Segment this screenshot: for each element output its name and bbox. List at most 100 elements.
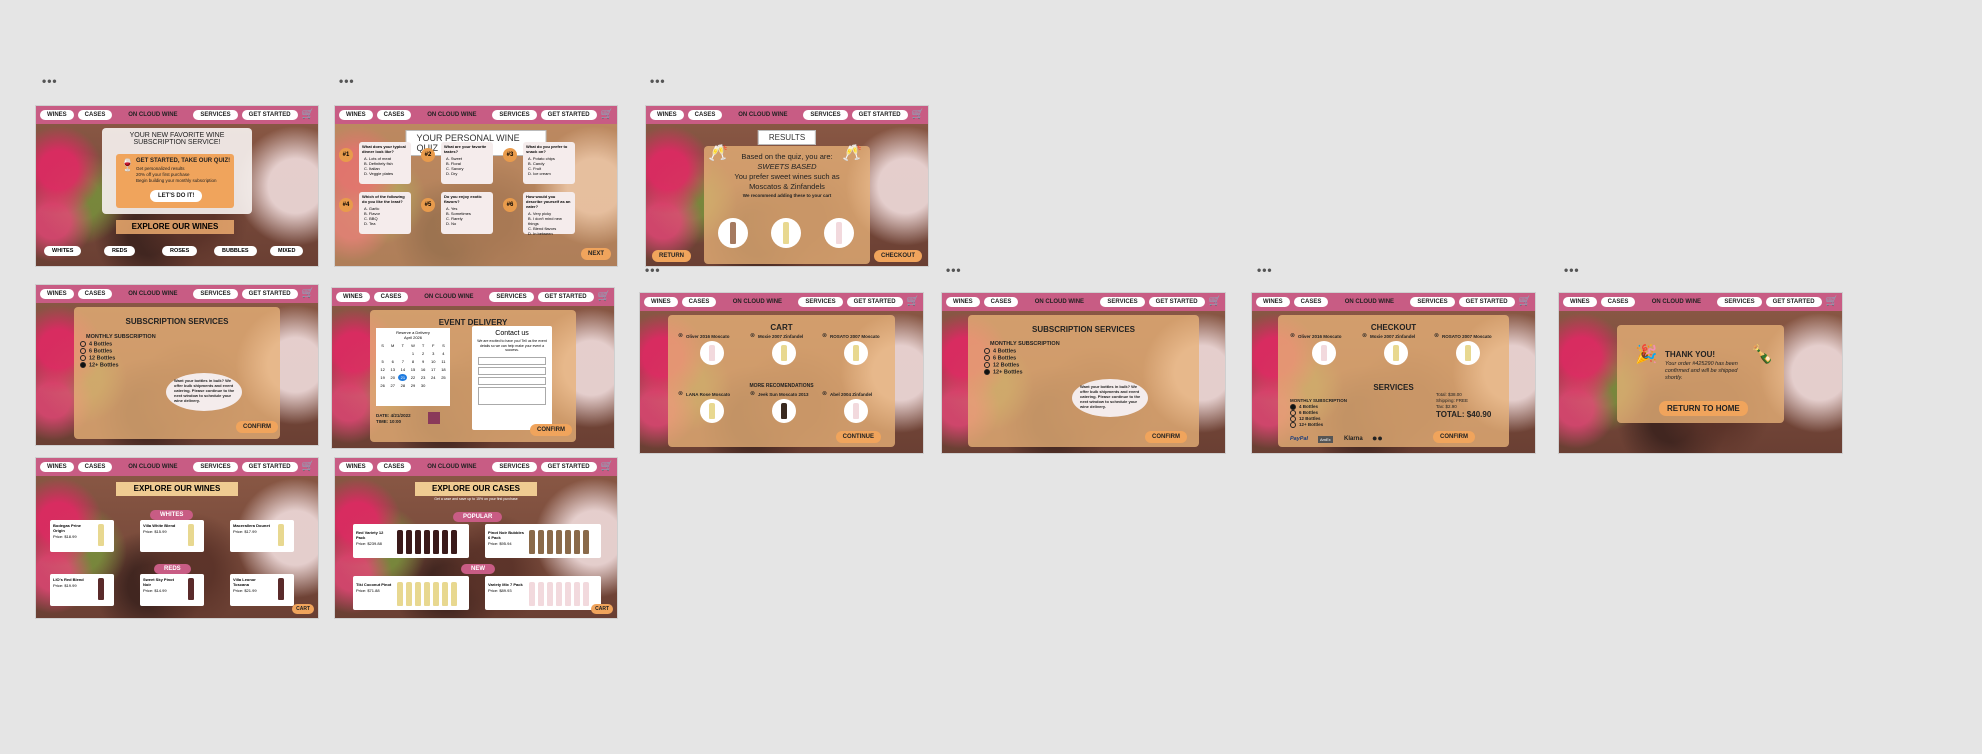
answer-option[interactable]: D. Veggie plates bbox=[359, 171, 411, 176]
delivery-calendar[interactable]: Reserve a Delivery April 2026 SMTWTFS123… bbox=[376, 328, 450, 406]
logo[interactable]: ON CLOUD WINE bbox=[116, 112, 189, 118]
nav-wines-button[interactable]: WINES bbox=[40, 462, 74, 472]
nav-wines-button[interactable]: WINES bbox=[339, 110, 373, 120]
calendar-day[interactable]: 8 bbox=[408, 358, 417, 365]
nav-services-button[interactable]: SERVICES bbox=[798, 297, 843, 307]
nav-wines-button[interactable]: WINES bbox=[946, 297, 980, 307]
cart-icon[interactable]: 🛒 bbox=[1826, 297, 1838, 307]
calendar-day[interactable]: 4 bbox=[439, 350, 448, 357]
calendar-day[interactable]: 30 bbox=[419, 382, 428, 389]
category-mixed[interactable]: MIXED bbox=[270, 246, 304, 256]
calendar-day[interactable]: 15 bbox=[408, 366, 417, 373]
wine-thumbnail[interactable] bbox=[700, 399, 724, 423]
logo[interactable]: ON CLOUD WINE bbox=[415, 464, 488, 470]
recommended-wine[interactable] bbox=[824, 218, 854, 248]
wine-card[interactable]: Sweet Sky Pinot Noir Price: $14.99 bbox=[140, 574, 204, 606]
category-bubbles[interactable]: BUBBLES bbox=[214, 246, 257, 256]
logo[interactable]: ON CLOUD WINE bbox=[412, 294, 485, 300]
frame-menu-dots[interactable]: ••• bbox=[645, 264, 661, 276]
nav-get-started-button[interactable]: GET STARTED bbox=[851, 110, 908, 120]
nav-services-button[interactable]: SERVICES bbox=[1410, 297, 1455, 307]
logo[interactable]: ON CLOUD WINE bbox=[1332, 299, 1406, 305]
cart-button[interactable]: CART bbox=[591, 604, 613, 614]
nav-get-started-button[interactable]: GET STARTED bbox=[1148, 297, 1205, 307]
cart-icon[interactable]: 🛒 bbox=[601, 462, 613, 472]
cart-icon[interactable]: 🛒 bbox=[1519, 297, 1531, 307]
logo[interactable]: ON CLOUD WINE bbox=[116, 291, 189, 297]
nav-services-button[interactable]: SERVICES bbox=[492, 110, 537, 120]
wine-thumbnail[interactable] bbox=[1384, 341, 1408, 365]
explore-wines-banner[interactable]: EXPLORE OUR WINES bbox=[116, 220, 234, 234]
calendar-day[interactable]: 21 bbox=[398, 374, 408, 381]
calendar-day[interactable]: 18 bbox=[439, 366, 448, 373]
remove-item-icon[interactable]: ⊗ bbox=[822, 333, 827, 340]
calendar-day[interactable]: 24 bbox=[429, 374, 438, 381]
nav-cases-button[interactable]: CASES bbox=[376, 110, 412, 120]
paypal-logo[interactable]: PayPal bbox=[1290, 436, 1308, 443]
contact-message-field[interactable] bbox=[478, 386, 546, 405]
return-button[interactable]: RETURN bbox=[652, 250, 691, 262]
nav-wines-button[interactable]: WINES bbox=[1563, 297, 1597, 307]
calendar-day[interactable]: 29 bbox=[408, 382, 417, 389]
calendar-day[interactable]: 26 bbox=[378, 382, 387, 389]
logo[interactable]: ON CLOUD WINE bbox=[116, 464, 189, 470]
category-roses[interactable]: ROSES bbox=[162, 246, 198, 256]
cart-icon[interactable]: 🛒 bbox=[302, 462, 314, 472]
amex-logo[interactable]: AmEx bbox=[1318, 436, 1333, 443]
reds-heading[interactable]: REDS bbox=[154, 564, 191, 574]
nav-services-button[interactable]: SERVICES bbox=[1717, 297, 1762, 307]
frame-menu-dots[interactable]: ••• bbox=[1257, 264, 1273, 276]
cart-icon[interactable]: 🛒 bbox=[1209, 297, 1221, 307]
contact-phone-field[interactable] bbox=[478, 376, 546, 385]
wine-thumbnail[interactable] bbox=[844, 399, 868, 423]
nav-cases-button[interactable]: CASES bbox=[983, 297, 1019, 307]
nav-cases-button[interactable]: CASES bbox=[77, 289, 113, 299]
wine-thumbnail[interactable] bbox=[700, 341, 724, 365]
logo[interactable]: ON CLOUD WINE bbox=[720, 299, 794, 305]
logo[interactable]: ON CLOUD WINE bbox=[1022, 299, 1096, 305]
cart-button[interactable]: CART bbox=[292, 604, 314, 614]
frame-menu-dots[interactable]: ••• bbox=[1564, 264, 1580, 276]
return-to-home-button[interactable]: RETURN TO HOME bbox=[1659, 401, 1748, 416]
nav-get-started-button[interactable]: GET STARTED bbox=[241, 110, 298, 120]
nav-get-started-button[interactable]: GET STARTED bbox=[846, 297, 903, 307]
cart-icon[interactable]: 🛒 bbox=[907, 297, 919, 307]
nav-cases-button[interactable]: CASES bbox=[376, 462, 412, 472]
calendar-day[interactable]: 20 bbox=[388, 374, 397, 381]
calendar-day[interactable]: 16 bbox=[419, 366, 428, 373]
wine-thumbnail[interactable] bbox=[844, 341, 868, 365]
calendar-day[interactable] bbox=[388, 350, 397, 357]
calendar-day[interactable]: 25 bbox=[439, 374, 448, 381]
nav-services-button[interactable]: SERVICES bbox=[193, 110, 238, 120]
wine-card[interactable]: Bodegas Prine Origin Price: $18.99 bbox=[50, 520, 114, 552]
answer-option[interactable]: D. Tea bbox=[359, 221, 411, 226]
case-card[interactable]: Red Variety 12 Pack Price: $239.88 bbox=[353, 524, 469, 558]
confirm-button[interactable]: CONFIRM bbox=[530, 424, 572, 436]
calendar-day[interactable]: 22 bbox=[408, 374, 417, 381]
nav-wines-button[interactable]: WINES bbox=[40, 110, 74, 120]
nav-get-started-button[interactable]: GET STARTED bbox=[241, 462, 298, 472]
wine-thumbnail[interactable] bbox=[772, 399, 796, 423]
submit-date-button[interactable] bbox=[428, 412, 440, 424]
nav-cases-button[interactable]: CASES bbox=[373, 292, 409, 302]
nav-get-started-button[interactable]: GET STARTED bbox=[537, 292, 594, 302]
wine-card[interactable]: LIO's Red Blend Price: $19.99 bbox=[50, 574, 114, 606]
mastercard-logo[interactable]: ●● bbox=[1372, 434, 1383, 443]
category-reds[interactable]: REDS bbox=[104, 246, 136, 256]
remove-item-icon[interactable]: ⊗ bbox=[678, 333, 683, 340]
calendar-day[interactable]: 3 bbox=[429, 350, 438, 357]
whites-heading[interactable]: WHITES bbox=[150, 510, 194, 520]
confirm-button[interactable]: CONFIRM bbox=[236, 421, 278, 433]
calendar-day[interactable]: 1 bbox=[408, 350, 417, 357]
recommended-wine[interactable] bbox=[718, 218, 748, 248]
nav-wines-button[interactable]: WINES bbox=[1256, 297, 1290, 307]
cart-icon[interactable]: 🛒 bbox=[302, 110, 314, 120]
remove-item-icon[interactable]: ⊗ bbox=[750, 333, 755, 340]
wine-card[interactable]: Macerallera Dounet Price: $17.99 bbox=[230, 520, 294, 552]
cart-icon[interactable]: 🛒 bbox=[302, 289, 314, 299]
logo[interactable]: ON CLOUD WINE bbox=[415, 112, 488, 118]
next-button[interactable]: NEXT bbox=[580, 248, 611, 260]
wine-thumbnail[interactable] bbox=[1312, 341, 1336, 365]
case-card[interactable]: Pinot Noir Bubbles 6 Pack Price: $95.94 bbox=[485, 524, 601, 558]
calendar-day[interactable] bbox=[398, 350, 407, 357]
